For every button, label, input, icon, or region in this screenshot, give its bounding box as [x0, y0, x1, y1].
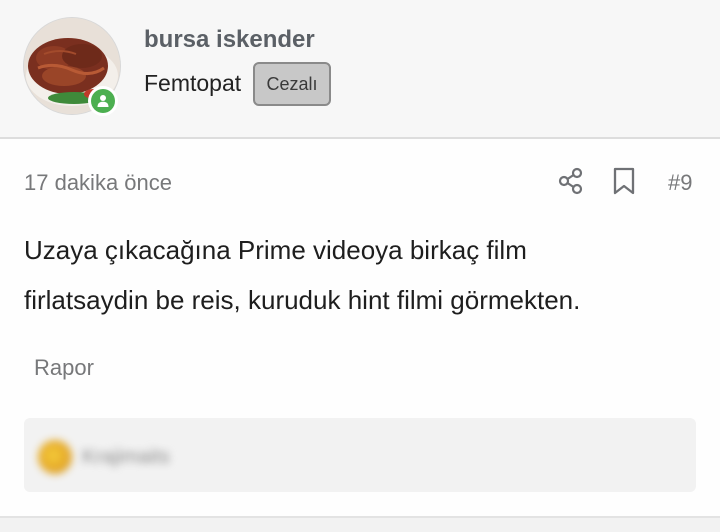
user-avatar-wrapper[interactable]: [24, 18, 120, 116]
post-number-link[interactable]: #9: [668, 170, 692, 196]
share-icon: [558, 167, 583, 195]
post-author-header: bursa iskender Femtopat Cezalı: [0, 0, 720, 139]
online-status-indicator: [88, 86, 118, 116]
user-title: Femtopat: [144, 70, 242, 96]
reactions-summary[interactable]: Krajimaits: [38, 440, 170, 474]
post-text-line: firlatsaydin be reis, kuruduk hint filmi…: [24, 285, 581, 315]
username-link[interactable]: bursa iskender: [144, 26, 315, 54]
post-text-line: Uzaya çıkacağına Prime videoya birkaç fi…: [24, 235, 527, 265]
share-button[interactable]: [556, 166, 586, 196]
bookmark-button[interactable]: [611, 166, 637, 196]
user-online-icon: [91, 89, 115, 113]
reaction-user-name[interactable]: Krajimaits: [82, 446, 170, 469]
bookmark-icon: [613, 167, 635, 195]
report-link[interactable]: Rapor: [34, 355, 94, 381]
reaction-emoji-icon: [38, 440, 72, 474]
reactions-bar[interactable]: Krajimaits: [24, 418, 696, 492]
user-status-badge: Cezalı: [253, 62, 331, 106]
post-timestamp[interactable]: 17 dakika önce: [24, 170, 172, 196]
post-content: Uzaya çıkacağına Prime videoya birkaç fi…: [24, 225, 704, 325]
